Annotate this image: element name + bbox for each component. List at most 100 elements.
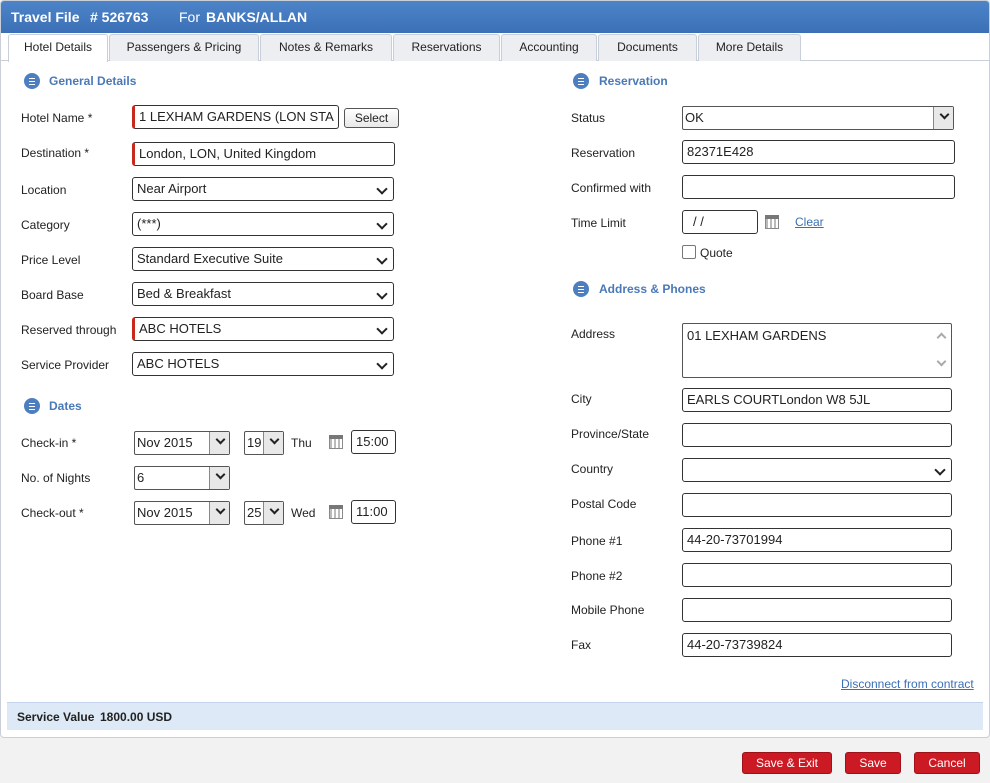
tab-documents[interactable]: Documents: [598, 34, 697, 61]
location-select[interactable]: Near Airport: [132, 177, 394, 201]
chevron-down-icon: [215, 469, 226, 480]
save-button[interactable]: Save: [845, 752, 901, 774]
chevron-down-icon: [215, 504, 226, 515]
province-field[interactable]: [682, 423, 952, 447]
nights-label: No. of Nights: [21, 471, 91, 485]
service-value-amount: 1800.00 USD: [100, 710, 173, 724]
board-base-select[interactable]: Bed & Breakfast: [132, 282, 394, 306]
checkout-day-value: 25: [247, 505, 262, 520]
chevron-down-icon: [934, 464, 946, 476]
mobile-phone-field[interactable]: [682, 598, 952, 622]
checkin-day-value: 19: [247, 435, 262, 450]
dropdown-arrow: [933, 107, 953, 129]
quote-checkbox[interactable]: [682, 245, 696, 259]
board-base-label: Board Base: [21, 288, 84, 302]
tab-reservations[interactable]: Reservations: [393, 34, 500, 61]
textarea-scrollbar[interactable]: [936, 328, 948, 372]
file-label: Travel File: [11, 9, 80, 25]
postal-code-field[interactable]: [682, 493, 952, 517]
reserved-through-value: ABC HOTELS: [139, 321, 222, 336]
confirmed-with-field[interactable]: [682, 175, 955, 199]
checkout-time-field[interactable]: 11:00: [351, 500, 396, 524]
chevron-down-icon: [215, 434, 226, 445]
time-limit-field[interactable]: / /: [682, 210, 758, 234]
list-icon: [573, 281, 589, 297]
tab-hotel-details[interactable]: Hotel Details: [8, 34, 108, 62]
service-value-label: Service Value: [17, 710, 95, 724]
address-value: 01 LEXHAM GARDENS: [687, 328, 827, 343]
list-icon: [24, 398, 40, 414]
checkout-label: Check-out *: [21, 506, 84, 520]
hotel-name-field[interactable]: 1 LEXHAM GARDENS (LON STA: [132, 105, 339, 129]
reserved-through-select[interactable]: ABC HOTELS: [132, 317, 394, 341]
phone2-label: Phone #2: [571, 569, 623, 583]
select-hotel-button[interactable]: Select: [344, 108, 399, 128]
service-provider-select[interactable]: ABC HOTELS: [132, 352, 394, 376]
destination-label: Destination *: [21, 146, 90, 160]
tab-passengers-pricing[interactable]: Passengers & Pricing: [109, 34, 259, 61]
city-label: City: [571, 392, 592, 406]
list-icon: [24, 73, 40, 89]
cancel-button[interactable]: Cancel: [914, 752, 980, 774]
chevron-down-icon: [939, 109, 950, 120]
general-details-title: General Details: [49, 74, 137, 88]
phone2-field[interactable]: [682, 563, 952, 587]
price-level-label: Price Level: [21, 253, 81, 267]
mobile-phone-label: Mobile Phone: [571, 603, 645, 617]
phone1-field[interactable]: 44-20-73701994: [682, 528, 952, 552]
tab-bar: Hotel Details Passengers & Pricing Notes…: [1, 33, 989, 62]
tab-notes-remarks[interactable]: Notes & Remarks: [260, 34, 392, 61]
checkout-day-select[interactable]: 25: [244, 501, 284, 525]
checkin-month-select[interactable]: Nov 2015: [134, 431, 230, 455]
hotel-name-label: Hotel Name *: [21, 111, 93, 125]
checkin-day-select[interactable]: 19: [244, 431, 284, 455]
disconnect-contract-link[interactable]: Disconnect from contract: [841, 677, 974, 691]
reservation-field[interactable]: 82371E428: [682, 140, 955, 164]
file-number: # 526763: [90, 9, 149, 25]
dropdown-arrow: [209, 467, 229, 489]
chevron-down-icon: [376, 183, 388, 195]
reservation-title: Reservation: [599, 74, 668, 88]
city-field[interactable]: EARLS COURTLondon W8 5JL: [682, 388, 952, 412]
chevron-down-icon: [376, 358, 388, 370]
checkin-time-field[interactable]: 15:00: [351, 430, 396, 454]
fax-field[interactable]: 44-20-73739824: [682, 633, 952, 657]
destination-field[interactable]: London, LON, United Kingdom: [132, 142, 395, 166]
quote-label: Quote: [700, 246, 733, 260]
address-textarea[interactable]: 01 LEXHAM GARDENS: [682, 323, 952, 378]
travel-file-window: Travel File # 526763 For BANKS/ALLAN Hot…: [0, 0, 990, 738]
checkout-weekday: Wed: [291, 506, 316, 520]
country-label: Country: [571, 462, 614, 476]
status-select[interactable]: OK: [682, 106, 954, 130]
service-provider-label: Service Provider: [21, 358, 110, 372]
clear-link[interactable]: Clear: [795, 215, 824, 229]
time-limit-label: Time Limit: [571, 216, 626, 230]
checkin-label: Check-in *: [21, 436, 77, 450]
province-label: Province/State: [571, 427, 650, 441]
confirmed-with-label: Confirmed with: [571, 181, 652, 195]
country-select[interactable]: [682, 458, 952, 482]
client-name: BANKS/ALLAN: [206, 9, 308, 25]
board-base-value: Bed & Breakfast: [137, 286, 231, 301]
chevron-down-icon: [269, 504, 280, 515]
title-bar: Travel File # 526763 For BANKS/ALLAN: [1, 1, 989, 33]
chevron-up-icon: [936, 332, 947, 343]
dates-title: Dates: [49, 399, 82, 413]
calendar-icon[interactable]: [765, 215, 779, 229]
save-exit-button[interactable]: Save & Exit: [742, 752, 832, 774]
tab-more-details[interactable]: More Details: [698, 34, 801, 61]
dropdown-arrow: [209, 432, 229, 454]
service-provider-value: ABC HOTELS: [137, 356, 220, 371]
price-level-select[interactable]: Standard Executive Suite: [132, 247, 394, 271]
nights-select[interactable]: 6: [134, 466, 230, 490]
checkin-month-value: Nov 2015: [137, 435, 193, 450]
category-select[interactable]: (***): [132, 212, 394, 236]
calendar-icon[interactable]: [329, 435, 343, 449]
checkout-month-select[interactable]: Nov 2015: [134, 501, 230, 525]
phone1-label: Phone #1: [571, 534, 623, 548]
reserved-through-label: Reserved through: [21, 323, 117, 337]
calendar-icon[interactable]: [329, 505, 343, 519]
tab-accounting[interactable]: Accounting: [501, 34, 597, 61]
nights-value: 6: [137, 470, 145, 485]
list-icon: [573, 73, 589, 89]
